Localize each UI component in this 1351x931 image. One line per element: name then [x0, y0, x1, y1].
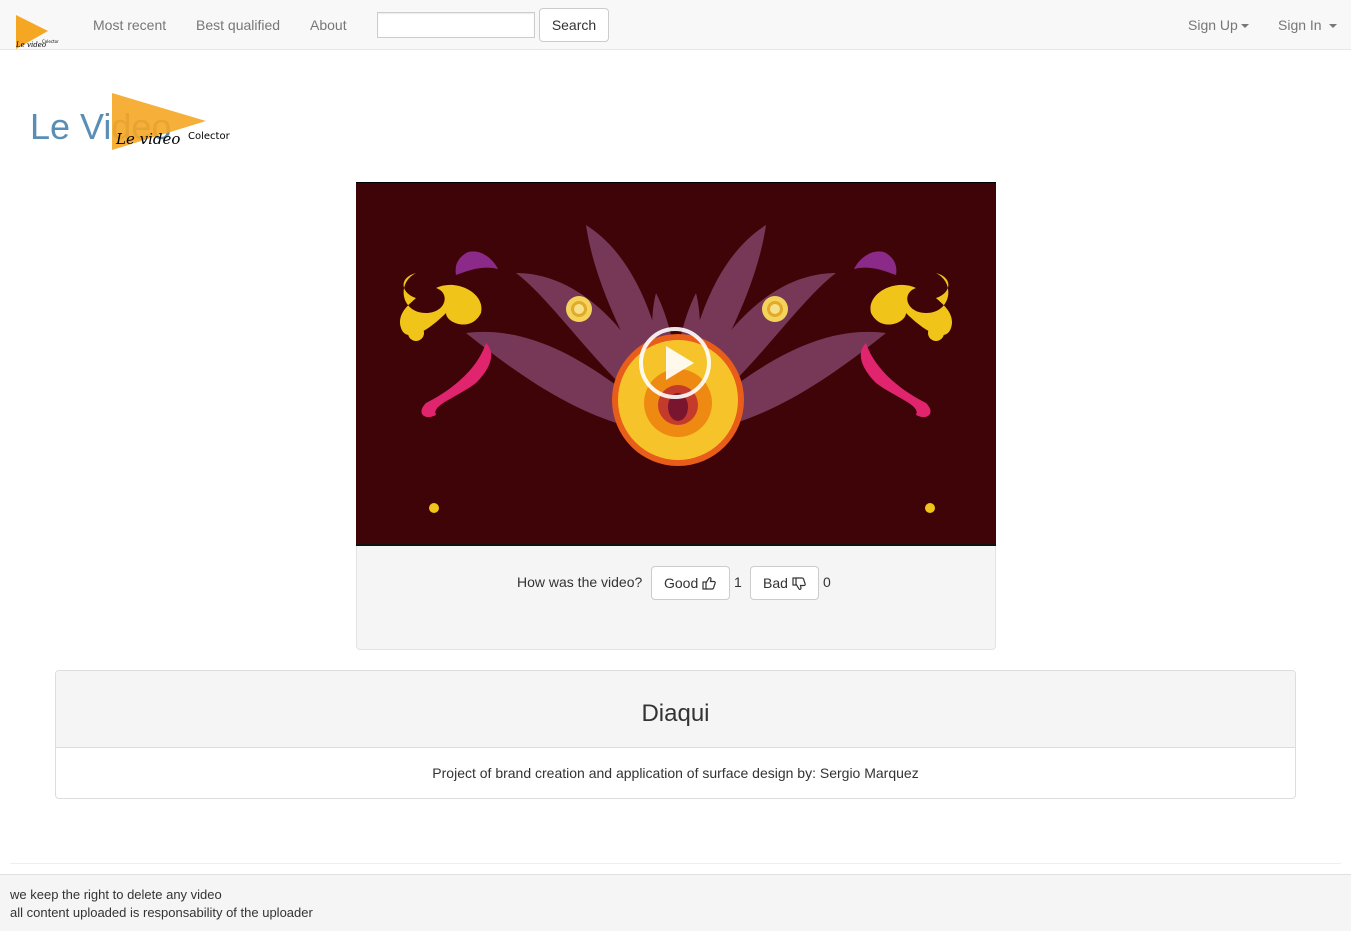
footer-line-2: all content uploaded is responsability o… — [10, 905, 313, 920]
good-button[interactable]: Good — [651, 566, 730, 600]
good-label: Good — [664, 575, 699, 591]
video-title: Diaqui — [641, 700, 710, 727]
thumbs-down-icon — [792, 577, 806, 591]
site-logo: Le video Colector — [110, 92, 250, 152]
bad-button[interactable]: Bad — [750, 566, 819, 600]
description-panel: Diaqui Project of brand creation and app… — [55, 670, 1296, 799]
bad-count: 0 — [823, 574, 831, 590]
logo-triangle-icon: Le video Colector — [15, 15, 59, 49]
nav-most-recent[interactable]: Most recent — [93, 0, 166, 50]
bad-label: Bad — [763, 575, 788, 591]
sign-up-dropdown[interactable]: Sign Up — [1188, 0, 1249, 50]
nav-about[interactable]: About — [310, 0, 347, 50]
good-count: 1 — [734, 574, 742, 590]
logo-triangle-icon: Le video Colector — [112, 93, 231, 150]
video-player[interactable] — [356, 182, 996, 546]
site-logo-subtext: Colector — [188, 131, 231, 142]
divider — [10, 863, 1341, 864]
caret-down-icon — [1328, 24, 1337, 29]
sign-in-dropdown[interactable]: Sign In — [1278, 0, 1337, 50]
brand-logo[interactable]: Le video Colector — [14, 13, 66, 51]
play-icon[interactable] — [638, 326, 712, 400]
search-input[interactable] — [377, 12, 535, 38]
site-logo-text: Le video — [115, 130, 180, 148]
video-description: Project of brand creation and applicatio… — [432, 765, 919, 781]
brand-logo-subtext: Colector — [42, 39, 59, 44]
sign-in-label: Sign In — [1278, 17, 1322, 33]
rating-panel: How was the video? Good 1 Bad 0 — [356, 546, 996, 650]
sign-up-label: Sign Up — [1188, 17, 1238, 33]
rating-question: How was the video? — [517, 574, 643, 590]
footer: we keep the right to delete any video al… — [0, 874, 1351, 931]
description-heading: Diaqui — [56, 671, 1295, 748]
thumbs-up-icon — [702, 576, 716, 590]
caret-down-icon — [1240, 24, 1249, 29]
footer-line-1: we keep the right to delete any video — [10, 887, 222, 902]
search-button[interactable]: Search — [539, 8, 609, 42]
top-navbar: Le video Colector Most recent Best quali… — [0, 0, 1351, 50]
nav-best-qualified[interactable]: Best qualified — [196, 0, 280, 50]
